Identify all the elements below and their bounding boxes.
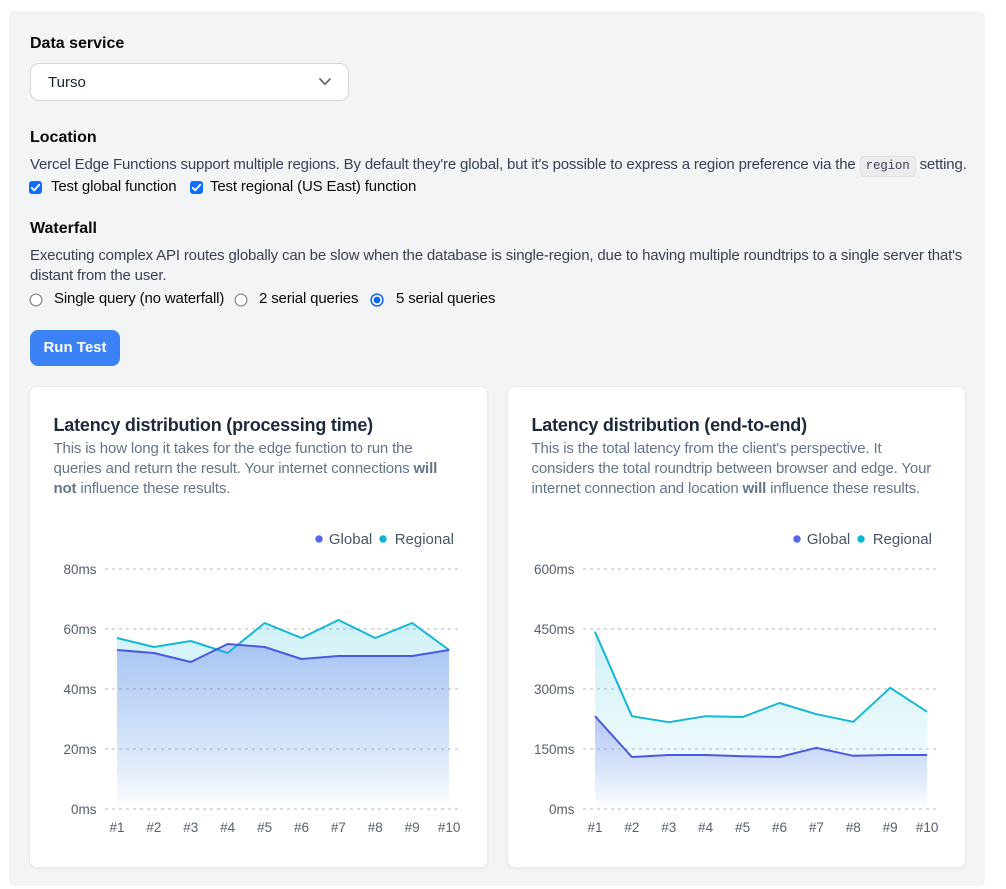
svg-text:#5: #5: [257, 820, 272, 835]
svg-text:#2: #2: [624, 820, 639, 835]
svg-text:40ms: 40ms: [63, 682, 96, 697]
svg-text:#4: #4: [698, 820, 714, 835]
svg-text:#10: #10: [437, 820, 460, 835]
svg-text:300ms: 300ms: [533, 682, 574, 697]
svg-text:#2: #2: [146, 820, 161, 835]
svg-text:Regional: Regional: [872, 531, 931, 548]
svg-text:20ms: 20ms: [63, 742, 96, 757]
svg-text:#3: #3: [183, 820, 198, 835]
svg-text:#6: #6: [293, 820, 308, 835]
svg-text:450ms: 450ms: [533, 622, 574, 637]
svg-text:#7: #7: [808, 820, 823, 835]
svg-text:600ms: 600ms: [533, 562, 574, 577]
svg-text:#3: #3: [661, 820, 676, 835]
svg-text:Regional: Regional: [394, 531, 453, 548]
svg-text:60ms: 60ms: [63, 622, 96, 637]
svg-text:#9: #9: [882, 820, 897, 835]
svg-text:#8: #8: [845, 820, 860, 835]
svg-text:#7: #7: [330, 820, 345, 835]
svg-text:0ms: 0ms: [548, 802, 574, 817]
svg-text:#4: #4: [220, 820, 236, 835]
svg-text:#1: #1: [109, 820, 124, 835]
svg-text:Global: Global: [806, 531, 849, 548]
svg-text:80ms: 80ms: [63, 562, 96, 577]
svg-text:Global: Global: [328, 531, 371, 548]
svg-text:#8: #8: [367, 820, 382, 835]
svg-text:#1: #1: [587, 820, 602, 835]
svg-text:#5: #5: [735, 820, 750, 835]
svg-text:150ms: 150ms: [533, 742, 574, 757]
svg-text:0ms: 0ms: [70, 802, 96, 817]
svg-text:#10: #10: [915, 820, 938, 835]
svg-text:#6: #6: [771, 820, 786, 835]
svg-text:#9: #9: [404, 820, 419, 835]
